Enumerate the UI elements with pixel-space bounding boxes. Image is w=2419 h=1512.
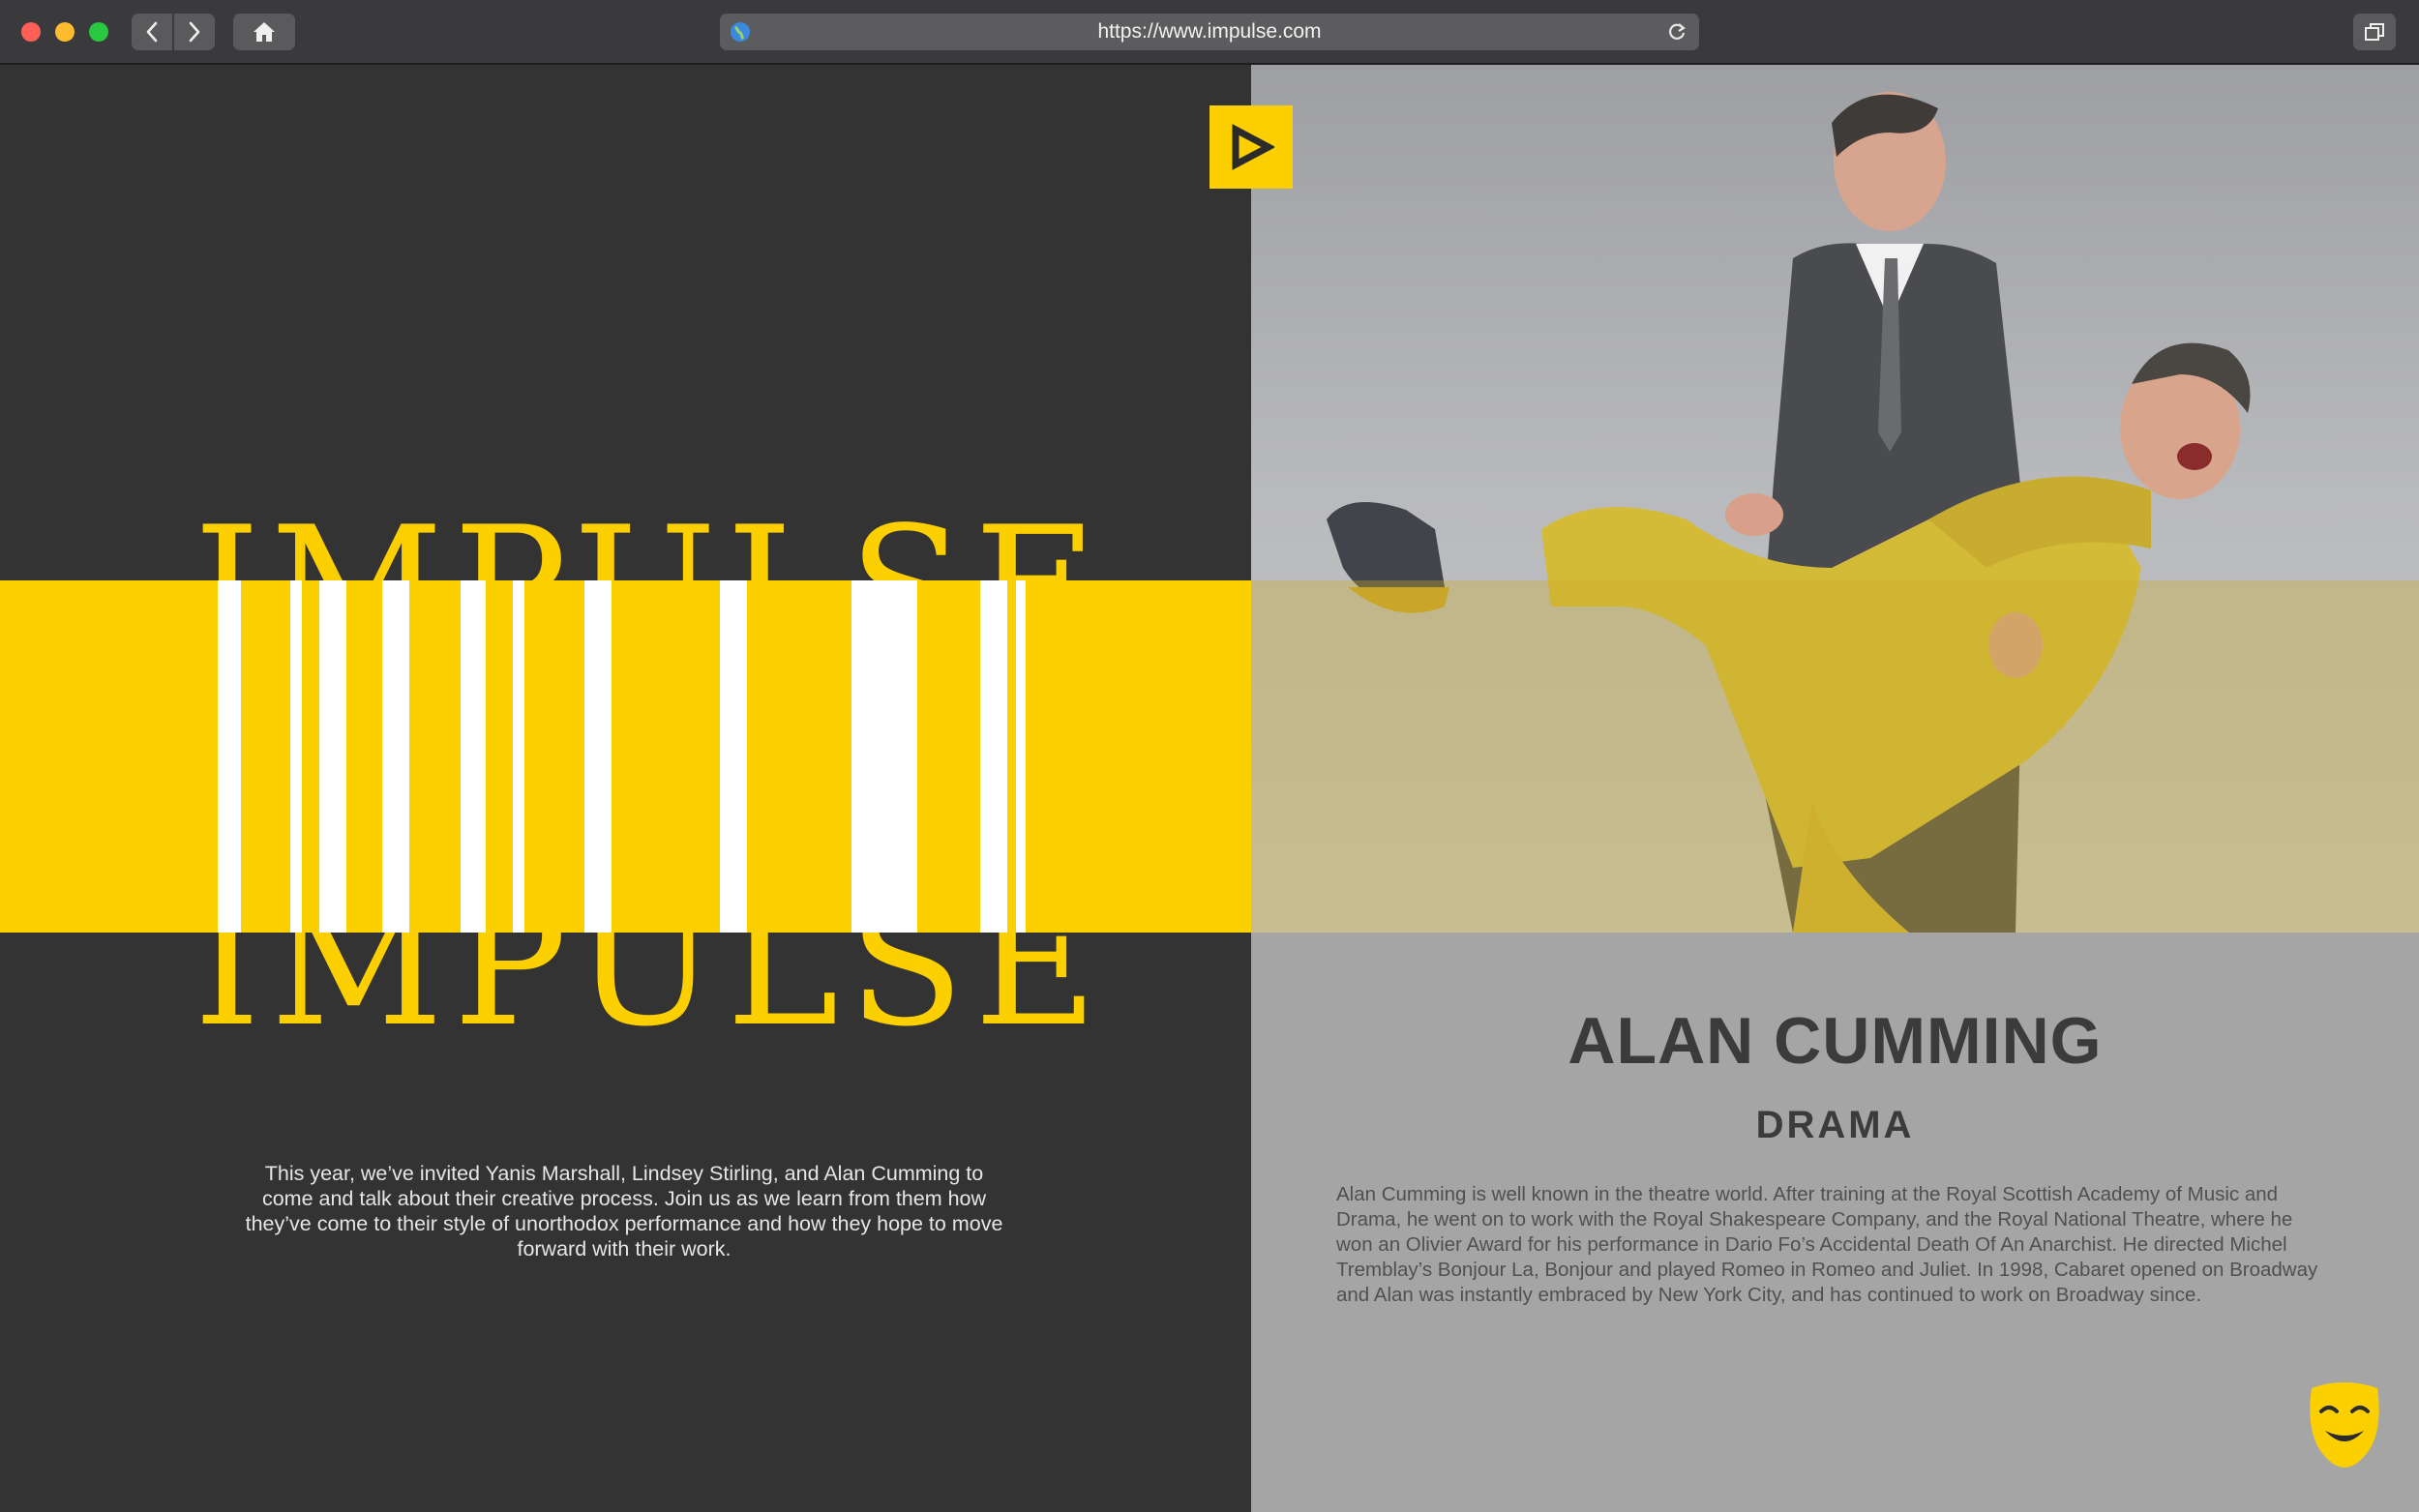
wordmark-stroke — [319, 580, 346, 933]
wordmark-stroke — [980, 580, 1007, 933]
comedy-mask-icon[interactable] — [2308, 1382, 2381, 1469]
url-text: https://www.impulse.com — [1097, 20, 1322, 43]
site-logo[interactable] — [1210, 105, 1293, 189]
tab-overview-button[interactable] — [2353, 14, 2396, 50]
wordmark-stroke — [1016, 580, 1026, 933]
hero-panel: IMPULSE IMPULSE This year, we’ve invited… — [0, 65, 1251, 1512]
wordmark-stroke — [290, 580, 302, 933]
artist-photo — [1251, 65, 2419, 933]
tabs-icon — [2365, 23, 2384, 41]
maximize-window-button[interactable] — [89, 22, 108, 42]
back-button[interactable] — [132, 14, 172, 50]
home-button[interactable] — [233, 14, 295, 50]
reload-icon[interactable] — [1666, 21, 1687, 43]
browser-toolbar: https://www.impulse.com — [0, 0, 2419, 65]
forward-button[interactable] — [174, 14, 215, 50]
page-content: IMPULSE IMPULSE This year, we’ve invited… — [0, 65, 2419, 1512]
artist-genre: DRAMA — [1755, 1104, 1915, 1146]
home-icon — [254, 22, 275, 42]
wordmark-stroke — [513, 580, 524, 933]
photo-band-overlay — [1251, 580, 2419, 933]
wordmark-stroke — [720, 580, 747, 933]
wordmark-stroke — [461, 580, 486, 933]
wordmark-stroke — [218, 580, 241, 933]
wordmark-stroke — [584, 580, 612, 933]
artist-name: ALAN CUMMING — [1568, 1004, 2103, 1078]
wordmark-stroke — [382, 580, 409, 933]
wordmark-stroke — [851, 580, 917, 933]
chevron-right-icon — [189, 21, 200, 43]
close-window-button[interactable] — [21, 22, 41, 42]
address-bar[interactable]: https://www.impulse.com — [720, 14, 1699, 50]
chevron-left-icon — [146, 21, 158, 43]
intro-text: This year, we’ve invited Yanis Marshall,… — [245, 1162, 1003, 1260]
artist-bio: Alan Cumming is well known in the theatr… — [1336, 1183, 2318, 1306]
play-triangle-icon — [1232, 124, 1274, 170]
minimize-window-button[interactable] — [55, 22, 75, 42]
